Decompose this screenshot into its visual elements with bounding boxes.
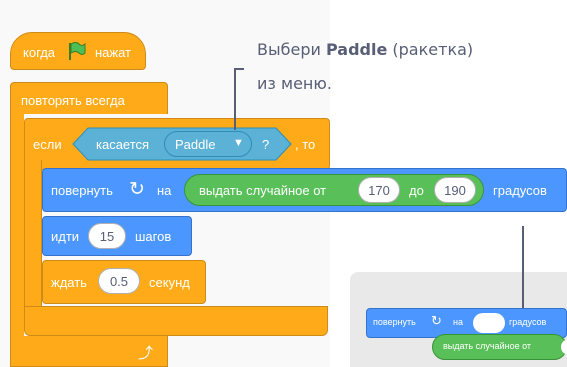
hat-prefix: когда [23, 45, 56, 60]
if-label: если [33, 137, 62, 152]
rotate-right-icon: ↻ [129, 179, 145, 200]
callout-line1: Выбери Paddle (ракетка) [257, 40, 474, 59]
paddle-dropdown-value: Paddle [175, 137, 216, 152]
touching-label: касается [96, 137, 150, 152]
example-random-block: выдать случайное от [432, 334, 567, 360]
random-to-input[interactable]: 190 [434, 177, 476, 203]
example-rotate-icon: ↻ [431, 313, 442, 328]
forever-label: повторять всегда [21, 93, 125, 108]
callout-line2: из меню. [257, 74, 332, 93]
hat-suffix: нажат [95, 45, 132, 60]
wait-label: ждать [51, 275, 87, 290]
example-pointer [522, 226, 524, 310]
example-empty-input [473, 313, 505, 333]
repeat-arrow-icon: ⤴ [137, 345, 153, 362]
move-suffix: шагов [135, 229, 172, 244]
random-from-input[interactable]: 170 [358, 177, 400, 203]
example-on-label: на [453, 317, 463, 327]
example-random-input [561, 339, 567, 355]
move-steps-input[interactable]: 15 [88, 223, 126, 249]
if-side [24, 160, 42, 308]
touching-question: ? [262, 137, 270, 152]
callout-pointer-v [234, 68, 236, 130]
example-turn-suffix: градусов [509, 317, 547, 327]
move-label: идти [51, 229, 80, 244]
paddle-dropdown[interactable]: Paddle ▼ [164, 131, 252, 157]
random-label: выдать случайное от [199, 183, 327, 198]
dropdown-arrow-icon: ▼ [233, 137, 244, 149]
turn-label: повернуть [51, 183, 113, 198]
turn-on-label: на [157, 183, 172, 198]
random-to-label: до [409, 183, 424, 198]
wait-suffix: секунд [149, 275, 190, 290]
example-random-label: выдать случайное от [443, 341, 532, 351]
when-flag-clicked-block[interactable]: когда нажат [10, 32, 146, 70]
example-turn-label: повернуть [373, 317, 416, 327]
if-bottom [24, 306, 328, 336]
green-flag-icon [67, 41, 87, 66]
then-label: , то [295, 137, 316, 152]
wait-seconds-input[interactable]: 0.5 [98, 268, 140, 294]
turn-suffix: градусов [493, 183, 547, 198]
forever-foot: ⤴ [10, 338, 168, 367]
